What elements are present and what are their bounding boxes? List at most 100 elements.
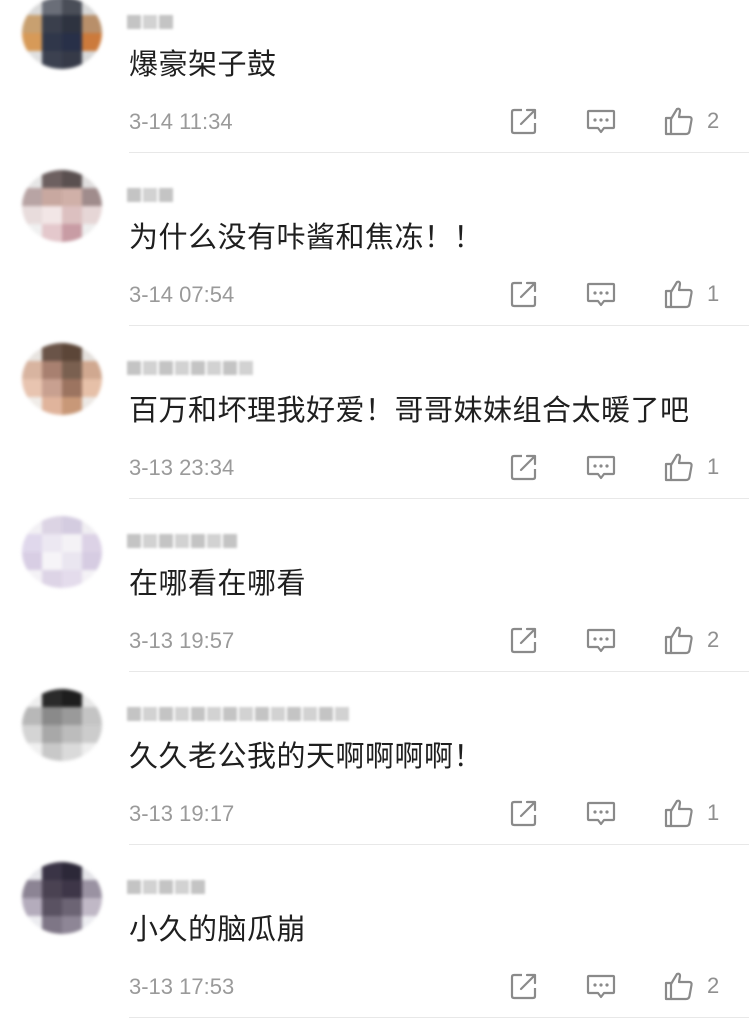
avatar-pixel <box>22 0 42 15</box>
like-count: 1 <box>707 800 720 825</box>
avatar-pixel <box>22 33 42 51</box>
username-pixel <box>175 880 189 894</box>
username-pixel <box>223 361 237 375</box>
avatar-pixel <box>22 188 42 206</box>
reply-button[interactable] <box>584 625 618 655</box>
avatar-pixel <box>42 170 62 188</box>
avatar[interactable] <box>22 170 102 242</box>
share-button[interactable] <box>507 279 541 309</box>
like-button[interactable]: 2 <box>663 625 733 655</box>
avatar-pixel <box>82 206 102 224</box>
avatar-pixel <box>62 743 82 761</box>
avatar-pixel <box>42 343 62 361</box>
username-pixel <box>159 534 173 548</box>
avatar-pixel <box>62 725 82 743</box>
avatar[interactable] <box>22 0 102 69</box>
username-blurred[interactable] <box>127 359 253 377</box>
avatar-pixel <box>22 51 42 69</box>
avatar-pixel <box>62 534 82 552</box>
avatar[interactable] <box>22 343 102 415</box>
avatar-pixel <box>42 862 62 880</box>
share-icon <box>510 454 537 481</box>
share-icon <box>510 627 537 654</box>
comment-meta-row: 3-13 17:53 2 <box>129 971 729 1003</box>
avatar-pixel <box>22 379 42 397</box>
avatar-pixel <box>62 15 82 33</box>
share-button[interactable] <box>507 971 541 1001</box>
like-button[interactable]: 2 <box>663 971 733 1001</box>
like-count: 2 <box>707 627 720 652</box>
reply-button[interactable] <box>584 106 618 136</box>
avatar-pixel <box>42 552 62 570</box>
reply-button[interactable] <box>584 798 618 828</box>
avatar-pixel <box>22 552 42 570</box>
reply-button[interactable] <box>584 452 618 482</box>
avatar-pixel <box>82 33 102 51</box>
username-blurred[interactable] <box>127 13 173 31</box>
reply-button[interactable] <box>584 971 618 1001</box>
avatar-pixel <box>82 534 102 552</box>
username-pixel <box>143 361 157 375</box>
username-blurred[interactable] <box>127 705 349 723</box>
share-button[interactable] <box>507 106 541 136</box>
avatar[interactable] <box>22 516 102 588</box>
avatar-pixel <box>62 188 82 206</box>
comment-item: 在哪看在哪看 3-13 19:57 2 <box>0 499 749 672</box>
username-pixel <box>143 534 157 548</box>
reply-button[interactable] <box>584 279 618 309</box>
avatar-pixel <box>62 170 82 188</box>
avatar-pixel <box>62 916 82 934</box>
avatar-pixel <box>42 707 62 725</box>
avatar-pixel <box>62 343 82 361</box>
thumbs-up-icon <box>664 626 693 655</box>
avatar[interactable] <box>22 689 102 761</box>
comment-icon <box>586 455 616 480</box>
comment-timestamp: 3-13 17:53 <box>129 974 235 999</box>
avatar-pixel <box>42 15 62 33</box>
avatar-pixel <box>62 552 82 570</box>
avatar[interactable] <box>22 862 102 934</box>
avatar-pixel <box>42 51 62 69</box>
share-button[interactable] <box>507 798 541 828</box>
avatar-pixel <box>82 51 102 69</box>
avatar-pixel <box>62 570 82 588</box>
thumbs-up-icon <box>664 799 693 828</box>
username-blurred[interactable] <box>127 532 237 550</box>
avatar-pixel <box>42 206 62 224</box>
like-count: 1 <box>707 454 720 479</box>
comment-text: 百万和坏理我好爱！哥哥妹妹组合太暖了吧 <box>129 393 690 427</box>
comment-icon <box>586 974 616 999</box>
share-button[interactable] <box>507 452 541 482</box>
share-button[interactable] <box>507 625 541 655</box>
username-pixel <box>127 534 141 548</box>
username-pixel <box>127 15 141 29</box>
like-button[interactable]: 2 <box>663 106 733 136</box>
avatar-pixel <box>62 51 82 69</box>
comment-timestamp: 3-13 19:17 <box>129 801 235 826</box>
thumbs-up-icon <box>664 280 693 309</box>
avatar-pixel <box>42 188 62 206</box>
avatar-pixel <box>62 397 82 415</box>
like-button[interactable]: 1 <box>663 452 733 482</box>
username-pixel <box>239 361 253 375</box>
avatar-pixel <box>42 224 62 242</box>
avatar-pixel <box>22 343 42 361</box>
avatar-pixel <box>82 743 102 761</box>
username-pixel <box>255 707 269 721</box>
avatar-pixel <box>62 379 82 397</box>
avatar-pixel <box>22 689 42 707</box>
username-blurred[interactable] <box>127 878 205 896</box>
like-count: 1 <box>707 281 720 306</box>
avatar-pixel <box>22 224 42 242</box>
avatar-pixel <box>42 361 62 379</box>
username-blurred[interactable] <box>127 186 173 204</box>
avatar-pixel <box>82 725 102 743</box>
avatar-pixel <box>42 916 62 934</box>
avatar-pixel <box>42 516 62 534</box>
avatar-pixel <box>42 743 62 761</box>
like-button[interactable]: 1 <box>663 798 733 828</box>
comment-item: 爆豪架子鼓 3-14 11:34 2 <box>0 0 749 153</box>
avatar-pixel <box>42 898 62 916</box>
comment-text: 久久老公我的天啊啊啊啊！ <box>129 739 484 773</box>
like-button[interactable]: 1 <box>663 279 733 309</box>
